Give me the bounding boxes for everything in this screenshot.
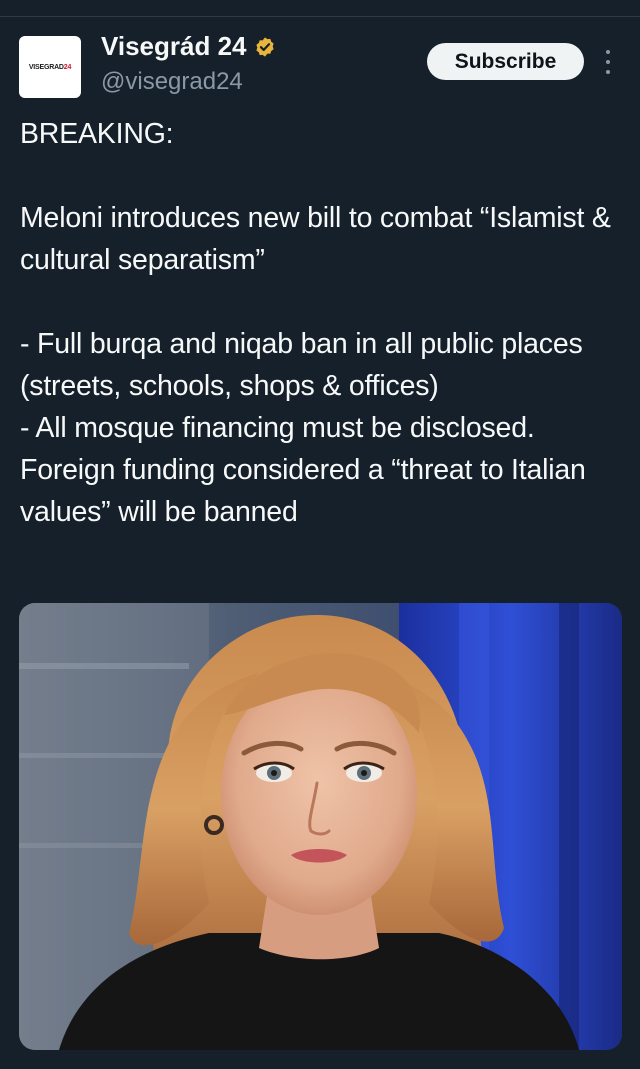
tweet-text-point-2: - All mosque financing must be disclosed… [20,412,586,528]
avatar[interactable]: VISEGRAD24 [19,36,81,98]
author-name-row[interactable]: Visegrád 24 [101,31,276,62]
tweet-text-breaking: BREAKING: [20,118,174,150]
author-display-name[interactable]: Visegrád 24 [101,31,247,62]
top-divider [0,16,640,17]
tweet-media-photo[interactable] [19,603,622,1050]
portrait-photo-illustration [19,603,622,1050]
more-options-icon[interactable] [600,46,616,78]
author-handle[interactable]: @visegrad24 [101,68,243,96]
tweet-text-headline: Meloni introduces new bill to combat “Is… [20,202,611,276]
verified-badge-icon [255,36,274,57]
tweet-text: BREAKING: Meloni introduces new bill to … [20,113,625,533]
avatar-logo: VISEGRAD24 [28,63,72,71]
subscribe-button[interactable]: Subscribe [427,43,584,80]
tweet-text-point-1: - Full burqa and niqab ban in all public… [20,328,583,402]
